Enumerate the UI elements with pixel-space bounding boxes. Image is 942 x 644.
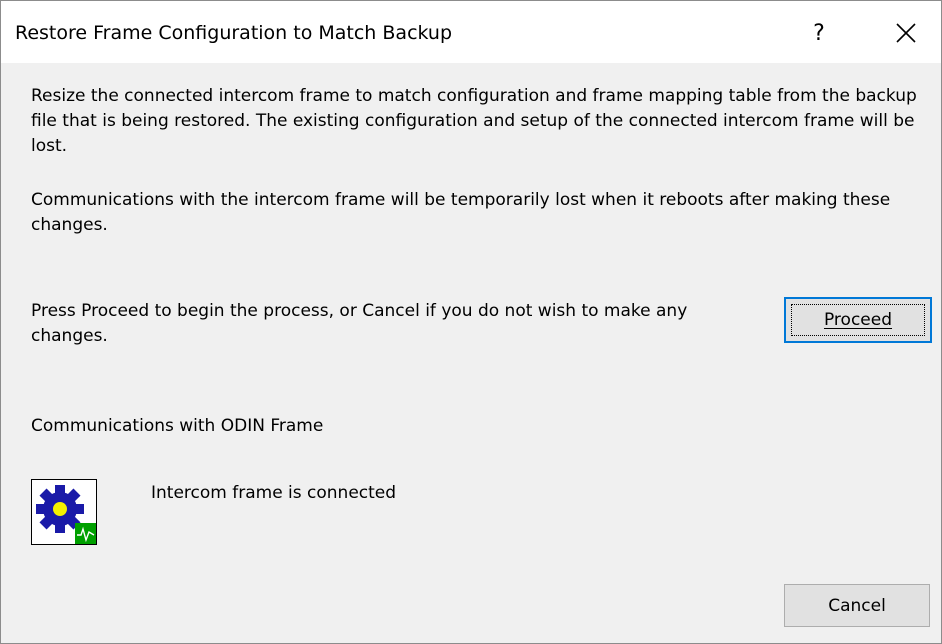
proceed-button[interactable]: Proceed (784, 297, 932, 343)
connection-status: Intercom frame is connected (151, 483, 397, 503)
resize-description: Resize the connected intercom frame to m… (31, 86, 917, 156)
gear-connected-icon (31, 479, 97, 545)
proceed-instructions: Press Proceed to begin the process, or C… (31, 301, 688, 346)
close-button[interactable] (883, 13, 929, 53)
communications-label: Communications with ODIN Frame (31, 416, 324, 436)
close-icon (896, 23, 916, 43)
cancel-button[interactable]: Cancel (784, 584, 930, 627)
window-title: Restore Frame Configuration to Match Bac… (15, 22, 453, 44)
proceed-button-label: Proceed (823, 310, 893, 330)
dialog-window: Restore Frame Configuration to Match Bac… (0, 0, 942, 644)
help-button[interactable]: ? (797, 13, 841, 53)
title-bar: Restore Frame Configuration to Match Bac… (1, 1, 941, 63)
reboot-warning: Communications with the intercom frame w… (31, 190, 891, 235)
